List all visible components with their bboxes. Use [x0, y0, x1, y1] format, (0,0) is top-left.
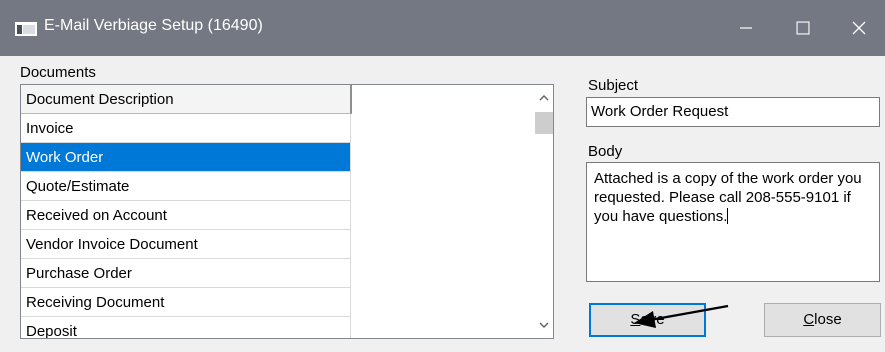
maximize-button[interactable]	[775, 0, 831, 56]
maximize-icon	[796, 21, 810, 35]
scroll-down-arrow-icon[interactable]	[538, 321, 550, 329]
list-item[interactable]: Receiving Document	[21, 288, 351, 317]
window-title: E-Mail Verbiage Setup (16490)	[44, 17, 263, 34]
title-bar[interactable]: E-Mail Verbiage Setup (16490)	[0, 0, 885, 56]
list-item-selected[interactable]: Work Order	[21, 143, 351, 172]
column-header-document-description[interactable]: Document Description	[21, 85, 352, 114]
scroll-up-arrow-icon[interactable]	[538, 94, 550, 102]
subject-value: Work Order Request	[591, 103, 729, 120]
documents-label: Documents	[20, 64, 96, 81]
close-icon	[852, 21, 866, 35]
close-window-button[interactable]	[831, 0, 885, 56]
close-button[interactable]: Close	[764, 303, 881, 337]
close-accelerator: C	[803, 311, 815, 328]
scrollbar-thumb[interactable]	[535, 112, 553, 134]
minimize-icon	[740, 27, 752, 29]
callout-arrow-icon	[634, 304, 729, 328]
body-label: Body	[588, 143, 623, 160]
list-item[interactable]: Vendor Invoice Document	[21, 230, 351, 259]
list-item[interactable]: Invoice	[21, 114, 351, 143]
subject-input[interactable]: Work Order Request	[586, 97, 880, 127]
list-item[interactable]: Deposit	[21, 317, 351, 338]
text-caret	[727, 208, 729, 224]
column-header-label: Document Description	[26, 91, 174, 108]
subject-label: Subject	[588, 77, 639, 94]
app-window-icon	[15, 22, 37, 36]
vertical-scrollbar[interactable]	[535, 85, 553, 338]
list-item[interactable]: Quote/Estimate	[21, 172, 351, 201]
body-textarea[interactable]: Attached is a copy of the work order you…	[586, 162, 880, 282]
list-item[interactable]: Purchase Order	[21, 259, 351, 288]
minimize-button[interactable]	[718, 0, 774, 56]
list-item[interactable]: Received on Account	[21, 201, 351, 230]
documents-list[interactable]: Document Description Invoice Work Order …	[20, 84, 554, 339]
